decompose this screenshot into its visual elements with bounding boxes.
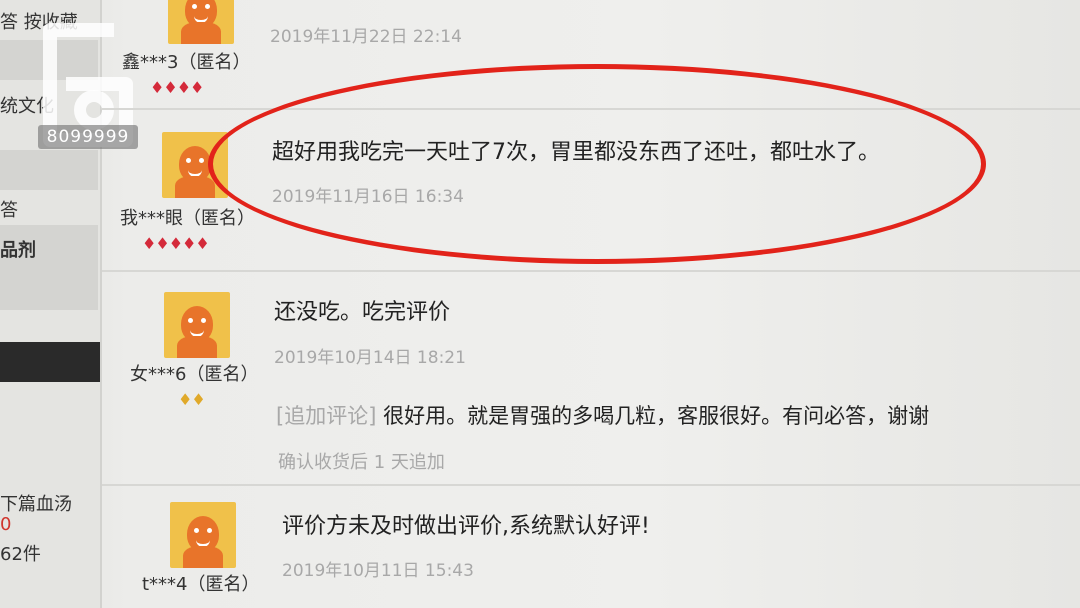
append-content: 很好用。就是胃强的多喝几粒，客服很好。有问必答，谢谢 (376, 404, 930, 428)
sidebar-product-title[interactable]: 下篇血汤 (0, 490, 72, 516)
sidebar-text: 答 (0, 200, 18, 221)
review-content: 评价方未及时做出评价,系统默认好评! (282, 514, 650, 539)
review-date: 2019年11月22日 22:14 (270, 27, 462, 47)
watermark-number: 8099999 (38, 125, 138, 149)
append-tag: [追加评论] (276, 404, 377, 428)
reviewer-name: 女***6（匿名） (130, 364, 259, 385)
sidebar-product-sales: 62件 (0, 544, 41, 565)
append-note: 确认收货后 1 天追加 (278, 452, 445, 473)
review-page: 答 按收藏 统文化 答 品剂 下篇血汤 0 62件 8099999 鑫***3（… (0, 0, 1080, 608)
review-append: [追加评论] 很好用。就是胃强的多喝几粒，客服很好。有问必答，谢谢 (276, 400, 929, 430)
review-content: 还没吃。吃完评价 (274, 300, 451, 325)
avatar[interactable] (164, 292, 230, 358)
sidebar-dark-bar (0, 342, 100, 382)
avatar[interactable] (168, 0, 234, 44)
reviewer-rank-icon: ♦♦ (178, 390, 206, 409)
reviewer-rank-icon: ♦♦♦♦♦ (142, 234, 210, 253)
highlight-circle (208, 64, 986, 264)
sidebar-block (0, 150, 98, 190)
reviewer-rank-icon: ♦♦♦♦ (150, 78, 204, 97)
review-divider (102, 270, 1080, 272)
sidebar-link-product[interactable]: 品剂 (0, 236, 36, 262)
review-date: 2019年10月11日 15:43 (282, 561, 474, 581)
review-divider (102, 484, 1080, 486)
reviewer-name: 鑫***3（匿名） (122, 52, 251, 73)
sidebar-product-price: 0 (0, 514, 12, 535)
reviewer-name: 我***眼（匿名） (120, 208, 255, 229)
reviewer-name: t***4（匿名） (142, 574, 260, 595)
avatar[interactable] (170, 502, 236, 568)
review-date: 2019年10月14日 18:21 (274, 348, 466, 368)
